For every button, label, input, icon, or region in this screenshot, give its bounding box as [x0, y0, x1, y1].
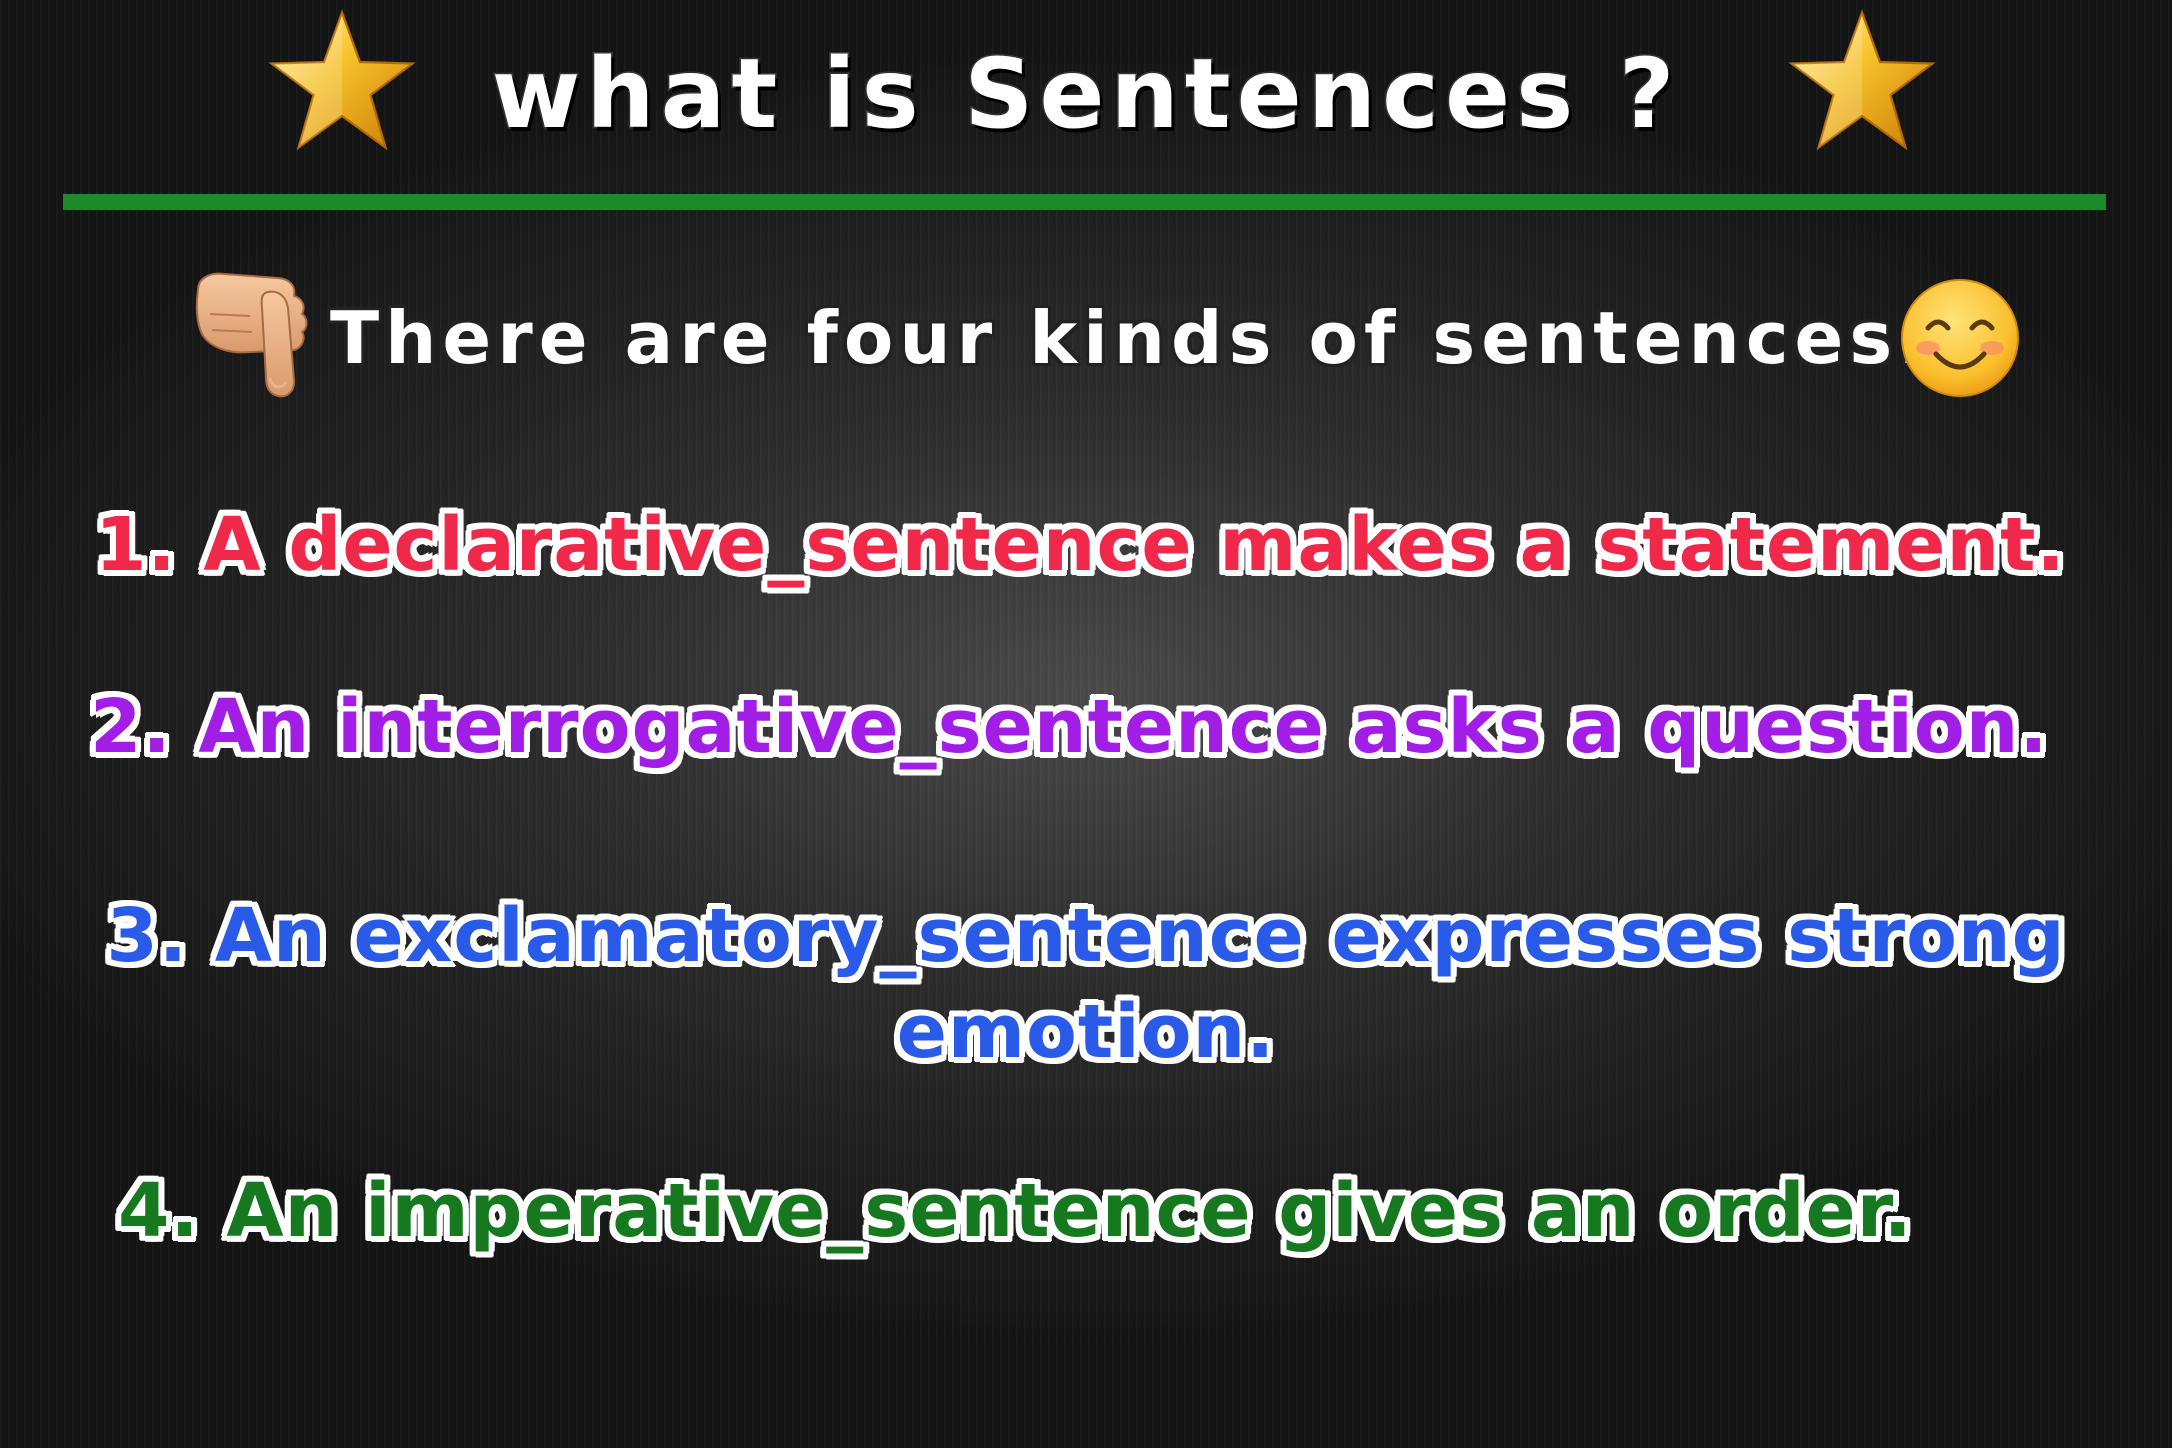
intro-row: There are four kinds of sentences. — [190, 262, 2040, 402]
sentence-type-exclamatory-line-1: 3. An exclamatory_sentence expresses str… — [106, 893, 2066, 979]
header: what is Sentences ? — [0, 0, 2172, 200]
sentence-type-interrogative: 2. An interrogative_sentence asks a ques… — [90, 684, 2049, 770]
smiling-face-icon — [1901, 279, 2019, 397]
intro-text: There are four kinds of sentences. — [330, 296, 1932, 380]
pointing-down-hand-icon — [195, 272, 308, 398]
star-icon — [1788, 9, 1936, 151]
divider — [63, 194, 2106, 210]
sentence-type-imperative: 4. An imperative_sentence gives an order… — [118, 1168, 1913, 1254]
sentence-type-exclamatory-line-2: emotion. — [896, 989, 1276, 1075]
sentence-type-declarative: 1. A declarative_sentence makes a statem… — [95, 502, 2066, 588]
sentence-type-exclamatory: 3. An exclamatory_sentence expresses str… — [0, 888, 2172, 1080]
